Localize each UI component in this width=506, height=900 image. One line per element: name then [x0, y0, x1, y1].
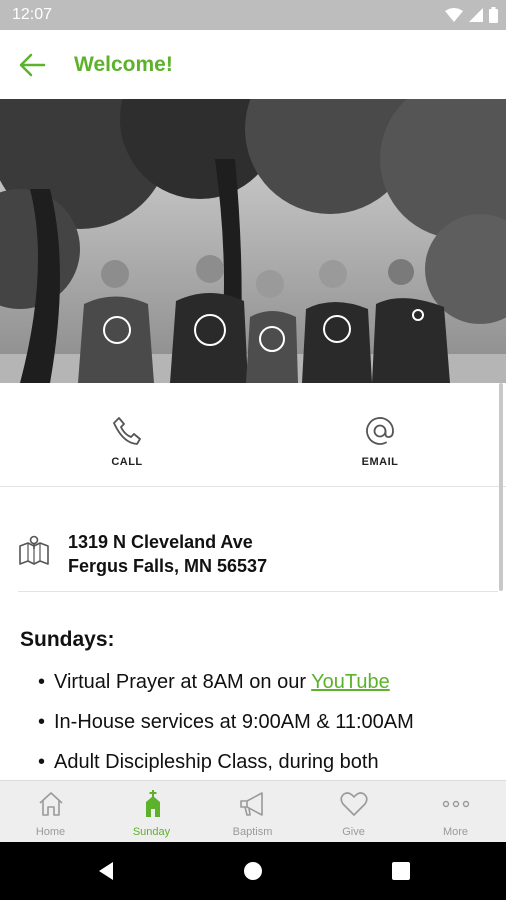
system-nav-bar [0, 842, 506, 900]
list-item-text: Adult Discipleship Class, during both [54, 751, 379, 773]
schedule-list: • Virtual Prayer at 8AM on our YouTube • I… [20, 662, 490, 782]
signal-icon [469, 8, 483, 22]
group-photo-illustration [0, 99, 506, 383]
tab-sunday[interactable]: Sunday [101, 781, 202, 843]
tab-label: Baptism [232, 826, 273, 838]
home-icon [38, 792, 63, 816]
battery-icon [489, 7, 498, 23]
list-item-text: Virtual Prayer at 8AM on our [54, 671, 312, 693]
tab-give[interactable]: Give [303, 781, 404, 843]
tab-more[interactable]: More [405, 781, 506, 843]
page-title: Welcome! [74, 53, 173, 76]
map-icon [19, 535, 49, 565]
email-button[interactable]: EMAIL [330, 415, 430, 468]
wifi-icon [445, 8, 463, 22]
phone-icon [113, 417, 141, 445]
more-dots-icon [442, 800, 469, 808]
tab-baptism[interactable]: Baptism [202, 781, 303, 843]
contact-actions: CALL EMAIL [0, 383, 506, 487]
tab-home[interactable]: Home [0, 781, 101, 843]
email-label: EMAIL [361, 456, 399, 468]
back-nav-icon[interactable] [95, 860, 117, 882]
app-bar: Welcome! [0, 30, 506, 100]
address-line-1: 1319 N Cleveland Ave [68, 532, 253, 552]
heart-icon [339, 792, 368, 816]
tab-label: Give [342, 826, 365, 838]
at-sign-icon [366, 417, 394, 445]
call-label: CALL [111, 456, 143, 468]
status-icons [445, 6, 498, 24]
back-arrow-icon[interactable] [18, 51, 46, 79]
status-time: 12:07 [12, 6, 53, 23]
status-bar: 12:07 [0, 0, 506, 30]
schedule-heading: Sundays: [20, 628, 115, 651]
recents-nav-icon[interactable] [390, 860, 412, 882]
youtube-link[interactable]: YouTube [311, 671, 390, 693]
tab-label: More [442, 826, 469, 838]
bottom-tab-bar: Home Sunday Baptism Give More [0, 780, 506, 843]
list-item-text: In-House services at 9:00AM & 11:00AM [54, 711, 414, 733]
church-icon [145, 790, 160, 817]
hero-photo [0, 99, 506, 383]
home-nav-icon[interactable] [242, 860, 264, 882]
divider [18, 591, 498, 592]
megaphone-icon [239, 792, 263, 816]
list-item: • In-House services at 9:00AM & 11:00AM [38, 711, 414, 733]
list-item: • Virtual Prayer at 8AM on our YouTube [38, 671, 390, 693]
tab-label: Home [35, 826, 66, 838]
address-row[interactable]: 1319 N Cleveland Ave Fergus Falls, MN 56… [0, 500, 506, 592]
list-item: • Adult Discipleship Class, during both [38, 751, 379, 773]
schedule-section: Sundays: • Virtual Prayer at 8AM on our Y… [20, 628, 490, 782]
tab-label: Sunday [132, 826, 171, 838]
call-button[interactable]: CALL [77, 415, 177, 468]
address-line-2: Fergus Falls, MN 56537 [68, 556, 268, 576]
